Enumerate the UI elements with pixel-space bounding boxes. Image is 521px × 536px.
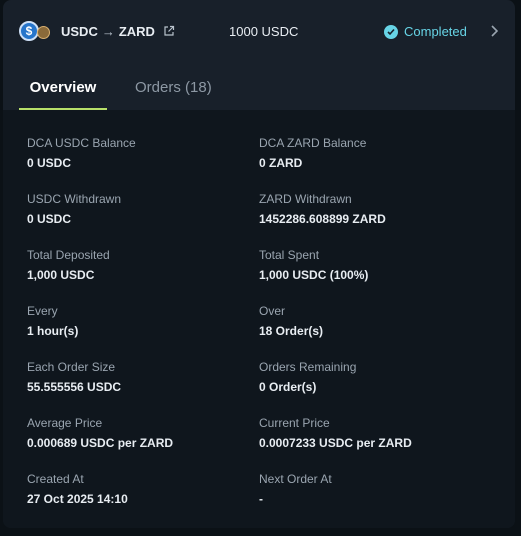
zard-icon (37, 26, 50, 39)
detail-value: 0 ZARD (259, 156, 303, 170)
token-icons: $ (19, 21, 50, 41)
from-token: USDC (61, 23, 98, 39)
status-badge: Completed (384, 24, 467, 39)
detail-label: DCA USDC Balance (27, 136, 136, 150)
detail-label: Each Order Size (27, 360, 116, 374)
detail-item: USDC Withdrawn 0 USDC (27, 192, 121, 226)
detail-value: 1 hour(s) (27, 324, 79, 338)
detail-label: ZARD Withdrawn (259, 192, 352, 206)
overview-panel: DCA USDC Balance 0 USDC DCA ZARD Balance… (3, 110, 515, 528)
tab-orders[interactable]: Orders (18) (135, 79, 212, 110)
external-link-icon[interactable] (163, 25, 175, 37)
dca-order-card: $ USDC → ZARD 1000 USDC Completed Overvi… (3, 0, 515, 528)
status-text: Completed (404, 24, 467, 39)
detail-label: Average Price (27, 416, 103, 430)
detail-value: 0 USDC (27, 156, 72, 170)
usdc-icon: $ (19, 21, 39, 41)
arrow-right-icon: → (101, 23, 115, 39)
detail-value: 0 Order(s) (259, 380, 317, 394)
detail-value: - (259, 492, 263, 506)
detail-label: Next Order At (259, 472, 332, 486)
detail-item: Current Price 0.0007233 USDC per ZARD (259, 416, 412, 450)
detail-label: Every (27, 304, 58, 318)
detail-value: 0.000689 USDC per ZARD (27, 436, 174, 450)
order-header[interactable]: $ USDC → ZARD 1000 USDC Completed (3, 0, 515, 62)
detail-item: Orders Remaining 0 Order(s) (259, 360, 356, 394)
detail-label: Over (259, 304, 286, 318)
detail-value: 0.0007233 USDC per ZARD (259, 436, 412, 450)
detail-label: USDC Withdrawn (27, 192, 122, 206)
detail-item: ZARD Withdrawn 1452286.608899 ZARD (259, 192, 386, 226)
detail-item: Total Spent 1,000 USDC (100%) (259, 248, 368, 282)
tab-bar: Overview Orders (18) (3, 62, 515, 110)
detail-item: Average Price 0.000689 USDC per ZARD (27, 416, 173, 450)
check-circle-icon (384, 24, 398, 39)
detail-item: Created At 27 Oct 2025 14:10 (27, 472, 128, 506)
detail-value: 1,000 USDC (100%) (259, 268, 369, 282)
detail-value: 1452286.608899 ZARD (259, 212, 386, 226)
detail-item: Every 1 hour(s) (27, 304, 78, 338)
detail-label: Total Deposited (27, 248, 110, 262)
detail-value: 27 Oct 2025 14:10 (27, 492, 128, 506)
detail-item: DCA USDC Balance 0 USDC (27, 136, 136, 170)
chevron-right-icon[interactable] (490, 25, 498, 37)
detail-item: Over 18 Order(s) (259, 304, 323, 338)
detail-label: Orders Remaining (259, 360, 357, 374)
detail-item: DCA ZARD Balance 0 ZARD (259, 136, 366, 170)
detail-value: 1,000 USDC (27, 268, 95, 282)
tab-overview[interactable]: Overview (19, 79, 107, 110)
detail-label: Created At (27, 472, 84, 486)
detail-item: Next Order At - (259, 472, 332, 506)
detail-label: DCA ZARD Balance (259, 136, 367, 150)
to-token: ZARD (118, 23, 155, 39)
detail-item: Total Deposited 1,000 USDC (27, 248, 110, 282)
detail-label: Current Price (259, 416, 330, 430)
detail-value: 0 USDC (27, 212, 72, 226)
detail-item: Each Order Size 55.555556 USDC (27, 360, 121, 394)
token-pair: $ USDC → ZARD (19, 21, 175, 41)
detail-label: Total Spent (259, 248, 320, 262)
detail-value: 55.555556 USDC (27, 380, 122, 394)
detail-value: 18 Order(s) (259, 324, 324, 338)
order-amount: 1000 USDC (229, 24, 299, 39)
